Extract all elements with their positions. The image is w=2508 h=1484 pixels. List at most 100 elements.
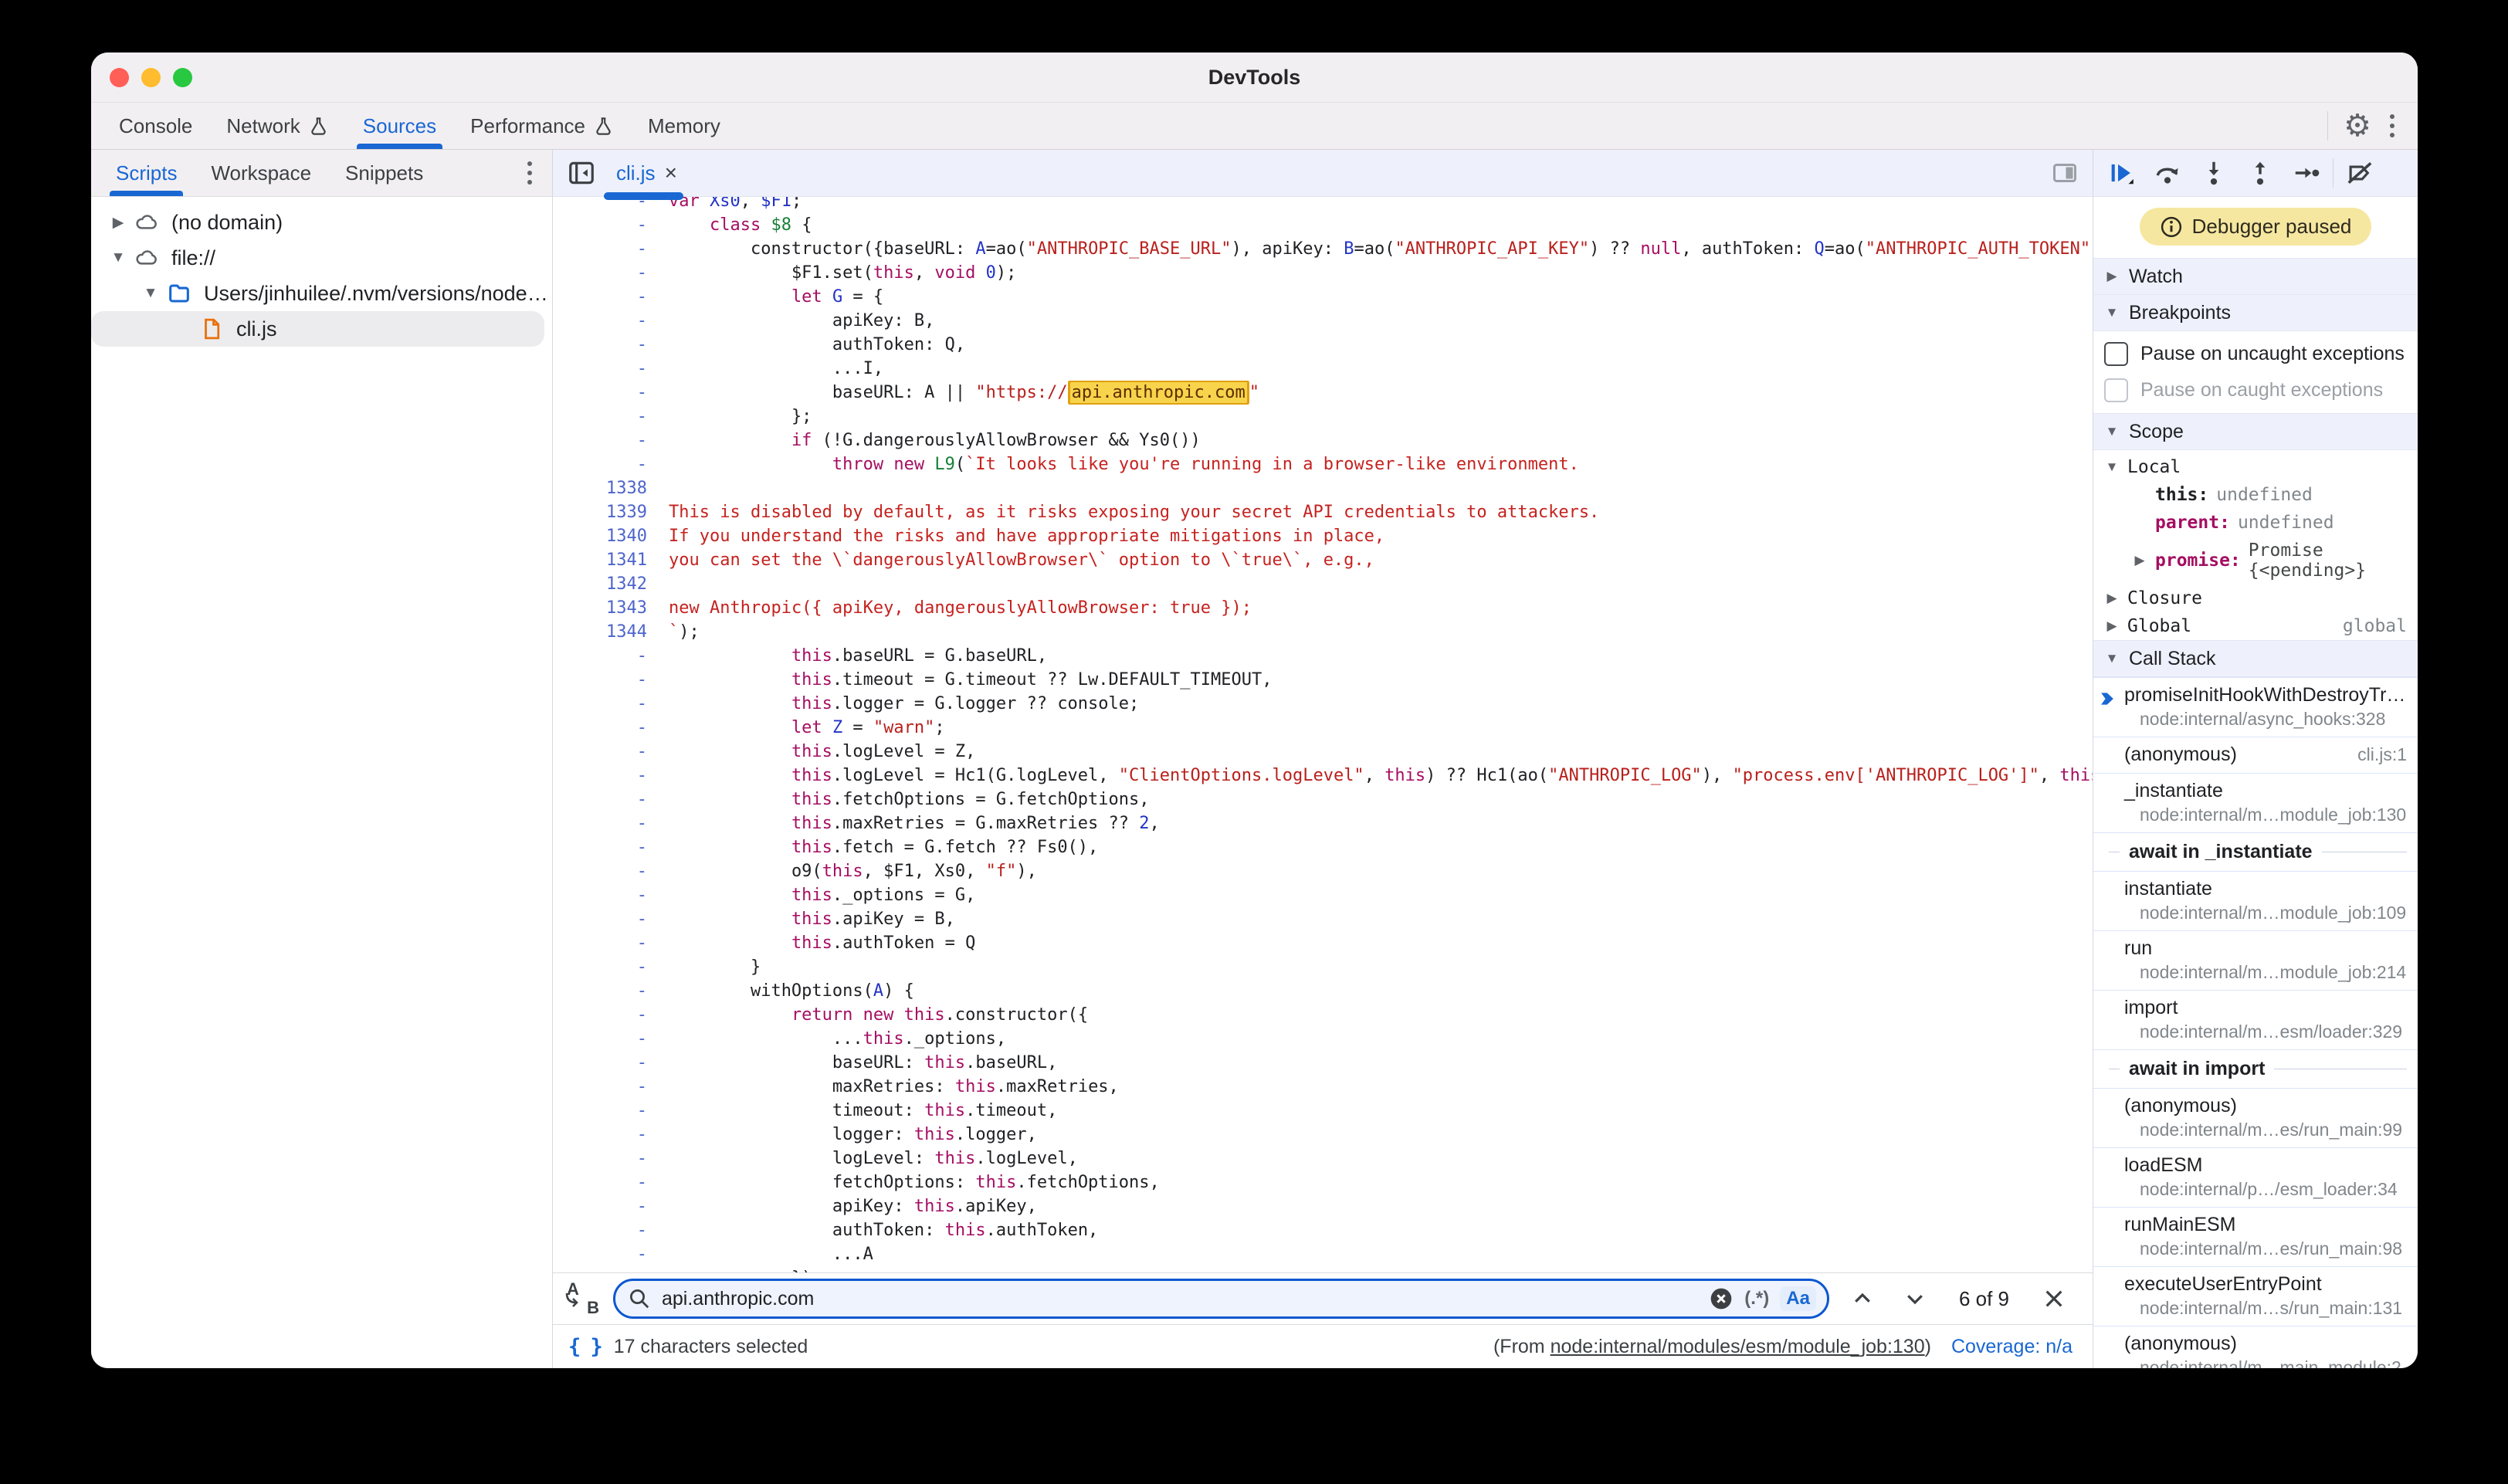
line-number[interactable]: -	[553, 670, 669, 689]
line-number[interactable]: 1338	[553, 479, 669, 498]
code-text[interactable]: this.baseURL = G.baseURL,	[669, 644, 2093, 668]
step-out-icon[interactable]	[2240, 154, 2280, 191]
sidebar-tab-scripts[interactable]: Scripts	[99, 150, 194, 196]
code-text[interactable]: new Anthropic({ apiKey, dangerouslyAllow…	[669, 596, 2093, 620]
line-number[interactable]: -	[553, 1005, 669, 1025]
tree-item-users-jinhuilee-nvm-versions-node-v2-[interactable]: ▼Users/jinhuilee/.nvm/versions/node/v2…	[91, 276, 552, 311]
call-stack-frame[interactable]: runMainESMnode:internal/m…es/run_main:98	[2093, 1208, 2418, 1267]
chevron-right-icon[interactable]: ▶	[105, 214, 131, 232]
pause-uncaught-row[interactable]: Pause on uncaught exceptions	[2093, 336, 2418, 372]
tab-memory[interactable]: Memory	[631, 103, 737, 149]
line-number[interactable]: -	[553, 1245, 669, 1264]
code-text[interactable]: logger: this.logger,	[669, 1123, 2093, 1147]
scope-closure[interactable]: ▶ Closure	[2093, 584, 2418, 612]
editor-tab-clijs[interactable]: cli.js ×	[608, 150, 685, 196]
pause-caught-checkbox[interactable]	[2104, 378, 2128, 402]
tree-item-cli-js[interactable]: cli.js	[91, 311, 544, 347]
code-text[interactable]: $F1.set(this, void 0);	[669, 261, 2093, 285]
line-number[interactable]: -	[553, 646, 669, 666]
line-number[interactable]: -	[553, 790, 669, 809]
step-over-icon[interactable]	[2147, 154, 2188, 191]
line-number[interactable]: -	[553, 718, 669, 737]
line-number[interactable]: -	[553, 910, 669, 929]
line-number[interactable]: -	[553, 335, 669, 354]
sidebar-tab-workspace[interactable]: Workspace	[194, 150, 328, 196]
chevron-down-icon[interactable]: ▼	[105, 249, 131, 266]
code-text[interactable]: this.fetch = G.fetch ?? Fs0(),	[669, 835, 2093, 859]
line-number[interactable]: -	[553, 263, 669, 283]
code-text[interactable]: this.logLevel = Hc1(G.logLevel, "ClientO…	[669, 764, 2093, 788]
search-input[interactable]: api.anthropic.com (.*) Aa	[613, 1279, 1829, 1319]
line-number[interactable]: -	[553, 933, 669, 953]
tab-network[interactable]: Network	[209, 103, 345, 149]
call-stack-frame[interactable]: _instantiatenode:internal/m…module_job:1…	[2093, 774, 2418, 833]
line-number[interactable]: -	[553, 1125, 669, 1144]
line-number[interactable]: -	[553, 359, 669, 378]
call-stack-frame[interactable]: (anonymous)node:internal/m…main_module:2	[2093, 1326, 2418, 1368]
code-text[interactable]: if (!G.dangerouslyAllowBrowser && Ys0())	[669, 429, 2093, 452]
code-text[interactable]: this.timeout = G.timeout ?? Lw.DEFAULT_T…	[669, 668, 2093, 692]
code-text[interactable]: }	[669, 955, 2093, 979]
call-stack-frame[interactable]: instantiatenode:internal/m…module_job:10…	[2093, 872, 2418, 931]
pretty-print-button[interactable]: { }	[568, 1335, 602, 1359]
line-number[interactable]: -	[553, 1173, 669, 1192]
scope-local[interactable]: ▼ Local	[2093, 450, 2418, 481]
regex-toggle-button[interactable]: (.*)	[1744, 1288, 1769, 1310]
line-number[interactable]: 1341	[553, 551, 669, 570]
code-text[interactable]: maxRetries: this.maxRetries,	[669, 1075, 2093, 1099]
replace-toggle-icon[interactable]: A B	[564, 1281, 599, 1316]
pause-caught-row[interactable]: Pause on caught exceptions	[2093, 372, 2418, 408]
section-breakpoints[interactable]: ▼ Breakpoints	[2093, 295, 2418, 331]
code-text[interactable]: let G = {	[669, 285, 2093, 309]
line-number[interactable]: -	[553, 957, 669, 977]
more-options-icon[interactable]	[2387, 111, 2398, 141]
code-text[interactable]: throw new L9(`It looks like you're runni…	[669, 452, 2093, 476]
source-origin-link[interactable]: (From node:internal/modules/esm/module_j…	[1493, 1336, 1931, 1358]
line-number[interactable]: -	[553, 1053, 669, 1072]
line-number[interactable]: -	[553, 215, 669, 235]
line-number[interactable]: -	[553, 766, 669, 785]
code-text[interactable]: this.logLevel = Z,	[669, 740, 2093, 764]
code-text[interactable]: return new this.constructor({	[669, 1003, 2093, 1027]
call-stack-frame[interactable]: importnode:internal/m…esm/loader:329	[2093, 991, 2418, 1050]
code-text[interactable]: If you understand the risks and have app…	[669, 524, 2093, 548]
line-number[interactable]: 1344	[553, 622, 669, 642]
call-stack-frame[interactable]: runnode:internal/m…module_job:214	[2093, 931, 2418, 991]
step-icon[interactable]	[2286, 154, 2327, 191]
code-text[interactable]: authToken: Q,	[669, 333, 2093, 357]
line-number[interactable]: 1342	[553, 574, 669, 594]
code-text[interactable]: let Z = "warn";	[669, 716, 2093, 740]
code-text[interactable]: withOptions(A) {	[669, 979, 2093, 1003]
call-stack-frame[interactable]: executeUserEntryPointnode:internal/m…s/r…	[2093, 1267, 2418, 1326]
step-into-icon[interactable]	[2194, 154, 2234, 191]
tab-sources[interactable]: Sources	[346, 103, 453, 149]
code-text[interactable]: apiKey: this.apiKey,	[669, 1194, 2093, 1218]
call-stack-frame[interactable]: (anonymous)cli.js:1	[2093, 737, 2418, 774]
line-number[interactable]: -	[553, 1029, 669, 1049]
line-number[interactable]: -	[553, 1101, 669, 1120]
line-number[interactable]: -	[553, 742, 669, 761]
tree-item--no-domain-[interactable]: ▶(no domain)	[91, 205, 552, 240]
chevron-down-icon[interactable]: ▼	[137, 285, 164, 302]
code-text[interactable]: this.logger = G.logger ?? console;	[669, 692, 2093, 716]
code-text[interactable]: fetchOptions: this.fetchOptions,	[669, 1171, 2093, 1194]
line-number[interactable]: -	[553, 383, 669, 402]
navigator-more-icon[interactable]	[524, 158, 535, 188]
line-number[interactable]: -	[553, 287, 669, 307]
code-text[interactable]: this.authToken = Q	[669, 931, 2093, 955]
tree-item-file-[interactable]: ▼file://	[91, 240, 552, 276]
line-number[interactable]: -	[553, 1077, 669, 1096]
pause-uncaught-checkbox[interactable]	[2104, 342, 2128, 366]
line-number[interactable]: -	[553, 239, 669, 259]
close-search-icon[interactable]	[2034, 1286, 2074, 1311]
call-stack-frame[interactable]: (anonymous)node:internal/m…es/run_main:9…	[2093, 1089, 2418, 1148]
line-number[interactable]: -	[553, 862, 669, 881]
code-text[interactable]: this.fetchOptions = G.fetchOptions,	[669, 788, 2093, 811]
code-text[interactable]: o9(this, $F1, Xs0, "f"),	[669, 859, 2093, 883]
coverage-link[interactable]: Coverage: n/a	[1951, 1336, 2072, 1358]
line-number[interactable]: 1340	[553, 527, 669, 546]
code-text[interactable]: class $8 {	[669, 213, 2093, 237]
line-number[interactable]: -	[553, 431, 669, 450]
line-number[interactable]: -	[553, 1149, 669, 1168]
code-text[interactable]: })	[669, 1266, 2093, 1272]
